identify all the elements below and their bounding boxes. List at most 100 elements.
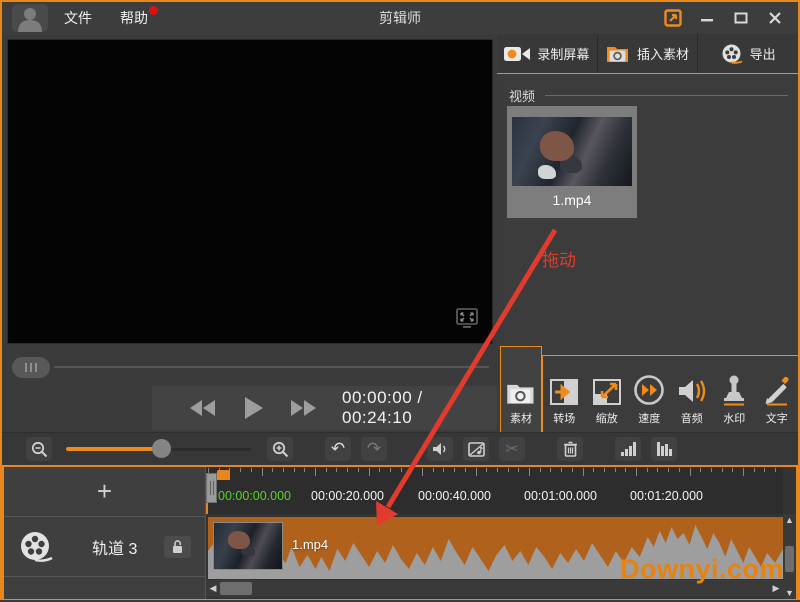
fullscreen-icon xyxy=(456,308,478,328)
scissors-icon: ✂ xyxy=(505,441,519,458)
tab-transition[interactable]: 转场 xyxy=(543,356,585,432)
playhead-flag[interactable] xyxy=(217,470,230,480)
preview-seekbar[interactable] xyxy=(7,352,493,382)
tab-scale[interactable]: 缩放 xyxy=(586,356,628,432)
close-button[interactable] xyxy=(762,8,788,28)
add-track-button[interactable]: + xyxy=(4,467,205,517)
media-library: 视频 1.mp4 拖动 xyxy=(497,74,798,346)
tab-text[interactable]: 文字 xyxy=(756,356,798,432)
rewind-button[interactable] xyxy=(190,400,215,416)
maximize-icon xyxy=(734,12,748,24)
ruler-ticks xyxy=(206,467,783,477)
insert-material-button[interactable]: 插入素材 xyxy=(598,34,699,73)
timeline-zoom-slider[interactable] xyxy=(66,437,251,461)
title-bar: 文件 帮助 剪辑师 xyxy=(2,2,798,34)
timeline-ruler[interactable]: 00:00:00.000 00:00:20.000 00:00:40.000 0… xyxy=(206,467,783,514)
timeline-clip[interactable]: 1.mp4 xyxy=(208,517,783,579)
ruler-label: 00:00:20.000 xyxy=(311,489,384,503)
text-icon xyxy=(763,372,791,406)
menu-file[interactable]: 文件 xyxy=(50,8,106,28)
media-note-icon xyxy=(467,441,485,457)
tab-transition-label: 转场 xyxy=(553,413,576,425)
tab-speed-label: 速度 xyxy=(638,413,661,425)
zoom-slider-handle[interactable] xyxy=(152,439,171,458)
cut-button[interactable]: ✂ xyxy=(499,437,525,461)
tab-material[interactable]: 素材 xyxy=(500,346,542,432)
timeline-hscrollbar[interactable]: ◀ ▶ xyxy=(206,580,783,597)
audio-icon xyxy=(676,372,708,406)
tab-watermark[interactable]: 水印 xyxy=(713,356,755,432)
vscroll-thumb[interactable] xyxy=(785,546,794,572)
ruler-label: 00:01:00.000 xyxy=(524,489,597,503)
playhead-handle[interactable] xyxy=(206,473,217,503)
zoom-out-icon xyxy=(31,441,47,457)
trash-icon xyxy=(563,441,577,457)
preview-pane: 00:00:00 / 00:24:10 xyxy=(2,34,497,432)
menu-help-label: 帮助 xyxy=(120,10,148,26)
mini-mode-icon xyxy=(664,9,682,27)
undo-icon: ↶ xyxy=(330,439,346,458)
library-divider xyxy=(545,95,788,96)
track-header-panel: + 轨道 3 xyxy=(4,467,206,599)
track-name: 轨道 3 xyxy=(92,540,138,558)
zoom-in-button[interactable] xyxy=(267,437,293,461)
track-header[interactable]: 轨道 3 xyxy=(4,517,205,577)
notification-dot xyxy=(149,6,158,15)
tab-speed[interactable]: 速度 xyxy=(628,356,670,432)
rewind-icon xyxy=(190,400,215,416)
panel-action-bar: 录制屏幕 插入素材 导出 xyxy=(497,34,798,74)
export-label: 导出 xyxy=(749,47,776,62)
user-avatar[interactable] xyxy=(10,4,50,32)
record-screen-button[interactable]: 录制屏幕 xyxy=(497,34,598,73)
minimize-button[interactable] xyxy=(694,8,720,28)
fade-out-button[interactable] xyxy=(651,437,677,461)
clip-volume-button[interactable] xyxy=(427,437,453,461)
window-controls xyxy=(660,8,798,28)
main-area: 00:00:00 / 00:24:10 录制屏幕 插入素材 导出 视频 1.mp… xyxy=(2,34,798,432)
export-button[interactable]: 导出 xyxy=(698,34,798,73)
watermark-icon xyxy=(720,372,748,406)
video-preview[interactable] xyxy=(7,39,493,344)
fast-forward-icon xyxy=(291,400,316,416)
timeline-body: 00:00:00.000 00:00:20.000 00:00:40.000 0… xyxy=(206,467,796,599)
scroll-up-icon[interactable]: ▲ xyxy=(785,514,794,526)
mini-mode-button[interactable] xyxy=(660,8,686,28)
tab-audio[interactable]: 音频 xyxy=(671,356,713,432)
fade-in-button[interactable] xyxy=(615,437,641,461)
scroll-left-icon[interactable]: ◀ xyxy=(206,583,220,594)
delete-button[interactable] xyxy=(557,437,583,461)
menu-help[interactable]: 帮助 xyxy=(106,6,162,28)
fullscreen-button[interactable] xyxy=(454,308,480,335)
tab-watermark-label: 水印 xyxy=(723,413,746,425)
media-item-card[interactable]: 1.mp4 xyxy=(507,106,637,218)
tab-material-label: 素材 xyxy=(510,413,532,425)
media-item-thumbnail xyxy=(512,117,632,186)
maximize-button[interactable] xyxy=(728,8,754,28)
clip-thumbnail xyxy=(213,522,283,570)
track-lane: 1.mp4 xyxy=(206,515,783,581)
speed-icon xyxy=(633,372,665,406)
library-section-title: 视频 xyxy=(509,89,536,104)
undo-button[interactable]: ↶ xyxy=(325,437,351,461)
zoom-out-button[interactable] xyxy=(26,437,52,461)
ruler-label-current: 00:00:00.000 xyxy=(218,489,291,503)
fast-forward-button[interactable] xyxy=(291,400,316,416)
media-panel: 录制屏幕 插入素材 导出 视频 1.mp4 拖动 素材 转场 缩放 速度 音频 … xyxy=(497,34,798,432)
lock-track-button[interactable] xyxy=(164,535,191,558)
tab-text-label: 文字 xyxy=(765,413,788,425)
seek-handle[interactable] xyxy=(12,356,50,378)
scroll-right-icon[interactable]: ▶ xyxy=(769,583,783,594)
hscroll-thumb[interactable] xyxy=(220,582,252,595)
drag-hint-label: 拖动 xyxy=(542,251,576,270)
timeline-vscrollbar[interactable]: ▲ ▼ xyxy=(783,514,796,599)
tab-audio-label: 音频 xyxy=(680,413,703,425)
redo-button[interactable]: ↷ xyxy=(361,437,387,461)
scroll-down-icon[interactable]: ▼ xyxy=(785,587,794,599)
time-display: 00:00:00 / 00:24:10 xyxy=(342,388,423,427)
timeline-section: + 轨道 3 00:00:00.000 00:00:20.000 00:00:4… xyxy=(2,465,798,599)
play-button[interactable] xyxy=(245,397,263,419)
playhead-line xyxy=(206,503,208,514)
detach-audio-button[interactable] xyxy=(463,437,489,461)
seek-track[interactable] xyxy=(54,366,489,368)
add-track-label: + xyxy=(96,476,113,506)
